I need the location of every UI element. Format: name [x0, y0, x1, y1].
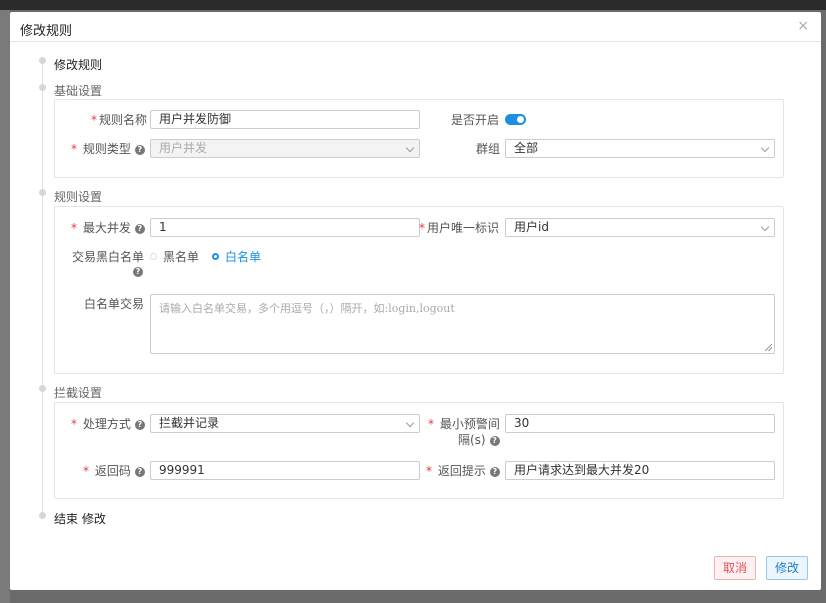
rule-type-select: 用户并发 [150, 139, 420, 158]
question-circle-icon[interactable]: ? [134, 144, 145, 155]
question-circle-icon[interactable]: ? [134, 419, 145, 430]
question-circle-icon[interactable]: ? [134, 466, 145, 477]
timeline-dot [39, 57, 46, 64]
min-interval-label: * 最小预警间 [428, 417, 500, 431]
max-concurrent-input[interactable]: 1 [150, 218, 420, 237]
intercept-settings-panel: * 处理方式? 拦截并记录 * 最小预警间 隔(s)? 30 * 返回码? 99… [54, 402, 784, 499]
toggle-knob [517, 116, 524, 123]
list-type-label: 交易黑白名单 [72, 250, 145, 264]
section-rule-title: 规则设置 [54, 190, 103, 204]
radio-circle [150, 253, 157, 260]
return-code-label: * 返回码? [83, 462, 145, 479]
question-circle-icon[interactable]: ? [489, 466, 500, 477]
chevron-down-icon [405, 418, 415, 428]
blacklist-label: 黑名单 [163, 250, 200, 264]
background-topbar [0, 0, 826, 10]
timeline-dot [39, 385, 46, 392]
basic-settings-panel: * 规则名称 用户并发防御 是否开启 * 规则类型? 用户并发 群组 全部 [54, 99, 784, 178]
return-msg-input[interactable]: 用户请求达到最大并发20 [505, 461, 775, 480]
enabled-toggle[interactable] [505, 114, 526, 125]
max-concurrent-label: * 最大并发? [71, 219, 145, 236]
group-value: 全部 [514, 141, 539, 155]
step-end: 结束 修改 [54, 512, 106, 526]
rule-name-label: * 规则名称 [91, 113, 148, 127]
whitelist-radio[interactable]: 白名单 [212, 248, 261, 265]
chevron-down-icon [760, 143, 770, 153]
rule-settings-panel: * 最大并发? 1 * 用户唯一标识 用户id 交易黑白名单 ? 黑名单 白名单 … [54, 206, 784, 374]
blacklist-radio[interactable]: 黑名单 [150, 248, 199, 265]
step-start: 修改规则 [54, 58, 103, 72]
close-icon[interactable]: × [797, 18, 809, 34]
rule-name-input[interactable]: 用户并发防御 [150, 110, 420, 129]
dialog-title: 修改规则 [20, 24, 73, 39]
submit-button[interactable]: 修改 [766, 556, 809, 580]
whitelist-tx-textarea[interactable]: 请输入白名单交易，多个用逗号（，）隔开，如:login,logout [150, 294, 775, 354]
group-select[interactable]: 全部 [505, 139, 775, 158]
whitelist-placeholder: 请输入白名单交易，多个用逗号（，）隔开，如:login,logout [159, 302, 455, 315]
background-left [0, 10, 10, 603]
resize-handle-icon[interactable] [765, 344, 772, 351]
handle-value: 拦截并记录 [159, 416, 220, 430]
timeline-dot [39, 84, 46, 91]
section-basic-title: 基础设置 [54, 84, 103, 98]
timeline-dot [39, 189, 46, 196]
return-msg-label: * 返回提示? [426, 462, 500, 479]
question-circle-icon[interactable]: ? [133, 267, 143, 277]
user-id-label: * 用户唯一标识 [419, 221, 500, 235]
min-interval-input[interactable]: 30 [505, 414, 775, 433]
user-id-value: 用户id [514, 220, 549, 234]
rule-type-value: 用户并发 [159, 141, 208, 155]
rule-type-label: * 规则类型? [71, 140, 145, 157]
user-id-select[interactable]: 用户id [505, 218, 775, 237]
steps-timeline [42, 58, 43, 513]
edit-rule-dialog: 修改规则 × 修改规则 基础设置 * 规则名称 用户并发防御 是否开启 * 规则类… [10, 12, 821, 590]
question-circle-icon[interactable]: ? [134, 223, 145, 234]
return-code-input[interactable]: 999991 [150, 461, 420, 480]
timeline-dot [39, 512, 46, 519]
cancel-button[interactable]: 取消 [714, 556, 757, 580]
handle-select[interactable]: 拦截并记录 [150, 414, 420, 433]
dialog-header: 修改规则 × [10, 12, 821, 42]
whitelist-label: 白名单 [225, 250, 262, 264]
question-circle-icon[interactable]: ? [489, 435, 500, 446]
chevron-down-icon [760, 222, 770, 232]
group-label: 群组 [476, 142, 501, 156]
handle-label: * 处理方式? [71, 415, 145, 432]
radio-circle [212, 253, 219, 260]
chevron-down-icon [405, 143, 415, 153]
min-interval-label-line2: 隔(s)? [458, 431, 500, 448]
enabled-label: 是否开启 [451, 113, 500, 127]
section-intercept-title: 拦截设置 [54, 386, 103, 400]
whitelist-tx-label: 白名单交易 [84, 297, 145, 311]
